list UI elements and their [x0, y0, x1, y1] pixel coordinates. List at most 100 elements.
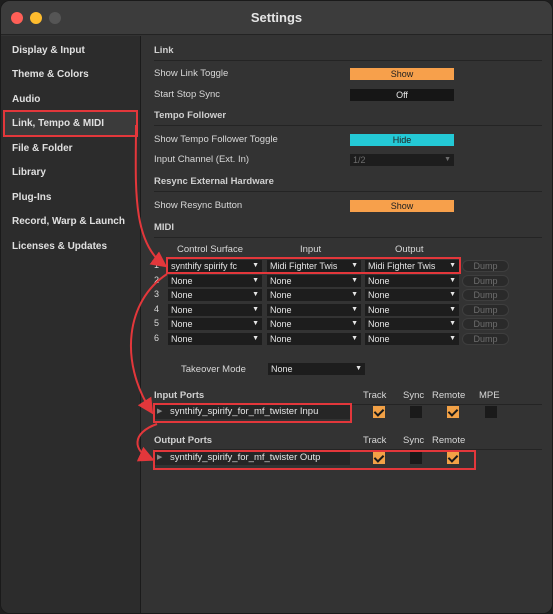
midi-input-dropdown-value: None — [270, 319, 292, 329]
show-tempo-follower-toggle-button[interactable]: Hide — [350, 134, 454, 146]
output-port-highlight-box — [153, 450, 476, 470]
midi-output-dropdown-value: None — [368, 319, 390, 329]
control-surface-dropdown-value: None — [171, 290, 193, 300]
chevron-down-icon: ▼ — [449, 291, 456, 298]
input-remote-checkbox[interactable] — [447, 406, 459, 418]
control-surface-dropdown-value: None — [171, 334, 193, 344]
midi-output-dropdown[interactable]: None ▼ — [365, 275, 459, 287]
dump-button[interactable]: Dump — [462, 275, 509, 287]
midi-input-dropdown-value: None — [270, 290, 292, 300]
midi-row-number: 2 — [154, 275, 160, 285]
sidebar-item-link-tempo-midi[interactable]: Link, Tempo & MIDI — [12, 118, 104, 129]
control-surface-dropdown[interactable]: None ▼ — [168, 275, 262, 287]
section-midi-header: MIDI — [154, 222, 175, 233]
takeover-mode-dropdown[interactable]: None ▼ — [268, 363, 365, 375]
dump-button[interactable]: Dump — [462, 333, 509, 345]
midi-output-dropdown-value: None — [368, 305, 390, 315]
midi-output-dropdown-value: None — [368, 290, 390, 300]
show-link-toggle-button[interactable]: Show — [350, 68, 454, 80]
chevron-down-icon: ▼ — [351, 291, 358, 298]
section-resync-header: Resync External Hardware — [154, 176, 274, 187]
midi-output-dropdown-value: None — [368, 334, 390, 344]
midi-input-dropdown[interactable]: None ▼ — [267, 289, 361, 301]
title-bar: Settings — [1, 1, 552, 35]
chevron-down-icon: ▼ — [252, 277, 259, 284]
sidebar-item-theme-colors[interactable]: Theme & Colors — [12, 69, 89, 80]
sidebar: Display & Input Theme & Colors Audio Lin… — [1, 36, 141, 613]
chevron-down-icon: ▼ — [351, 277, 358, 284]
chevron-down-icon: ▼ — [252, 291, 259, 298]
dump-button[interactable]: Dump — [462, 318, 509, 330]
input-port-highlight-box — [153, 403, 352, 423]
control-surface-dropdown-value: None — [171, 319, 193, 329]
control-surface-dropdown-value: None — [171, 276, 193, 286]
output-ports-header: Output Ports — [154, 435, 213, 446]
divider — [154, 237, 542, 238]
chevron-down-icon: ▼ — [449, 335, 456, 342]
midi-row-number: 6 — [154, 333, 160, 343]
start-stop-sync-label: Start Stop Sync — [154, 89, 221, 100]
sidebar-item-library[interactable]: Library — [12, 167, 46, 178]
column-input: Input — [300, 244, 322, 255]
chevron-down-icon: ▼ — [355, 365, 362, 372]
midi-row-number: 3 — [154, 289, 160, 299]
input-channel-dropdown[interactable]: 1/2 ▼ — [350, 154, 454, 166]
input-mpe-checkbox[interactable] — [485, 406, 497, 418]
control-surface-dropdown[interactable]: None ▼ — [168, 304, 262, 316]
takeover-mode-label: Takeover Mode — [181, 364, 246, 375]
midi-output-dropdown[interactable]: None ▼ — [365, 304, 459, 316]
sidebar-item-record-warp-launch[interactable]: Record, Warp & Launch — [12, 216, 125, 227]
divider — [154, 191, 542, 192]
window-title: Settings — [250, 10, 303, 25]
input-col-remote: Remote — [432, 390, 466, 401]
midi-output-dropdown[interactable]: None ▼ — [365, 289, 459, 301]
control-surface-dropdown[interactable]: None ▼ — [168, 333, 262, 345]
midi-output-dropdown[interactable]: None ▼ — [365, 333, 459, 345]
input-channel-label: Input Channel (Ext. In) — [154, 154, 250, 165]
chevron-down-icon: ▼ — [351, 335, 358, 342]
midi-output-dropdown-value: None — [368, 276, 390, 286]
midi-input-dropdown-value: None — [270, 276, 292, 286]
chevron-down-icon: ▼ — [252, 306, 259, 313]
settings-content: Link Show Link Toggle Show Start Stop Sy… — [142, 36, 552, 613]
sidebar-item-file-folder[interactable]: File & Folder — [12, 143, 73, 154]
input-track-checkbox[interactable] — [373, 406, 385, 418]
chevron-down-icon: ▼ — [252, 320, 259, 327]
input-sync-checkbox[interactable] — [410, 406, 422, 418]
column-control-surface: Control Surface — [177, 244, 244, 255]
input-ports-header: Input Ports — [154, 390, 205, 401]
control-surface-dropdown[interactable]: None ▼ — [168, 318, 262, 330]
chevron-down-icon: ▼ — [351, 320, 358, 327]
dump-button[interactable]: Dump — [462, 260, 509, 272]
chevron-down-icon: ▼ — [444, 156, 451, 163]
start-stop-sync-button[interactable]: Off — [350, 89, 454, 101]
dump-button[interactable]: Dump — [462, 304, 509, 316]
divider — [154, 60, 542, 61]
midi-input-dropdown[interactable]: None ▼ — [267, 318, 361, 330]
show-link-toggle-label: Show Link Toggle — [154, 68, 229, 79]
input-channel-value: 1/2 — [353, 155, 366, 165]
output-col-sync: Sync — [403, 435, 425, 446]
midi-input-dropdown[interactable]: None ▼ — [267, 275, 361, 287]
control-surface-dropdown[interactable]: None ▼ — [168, 289, 262, 301]
midi-row-number: 5 — [154, 318, 160, 328]
sidebar-item-licenses-updates[interactable]: Licenses & Updates — [12, 241, 107, 252]
midi-output-dropdown[interactable]: None ▼ — [365, 318, 459, 330]
input-col-sync: Sync — [403, 390, 425, 401]
output-col-remote: Remote — [432, 435, 466, 446]
dump-button[interactable]: Dump — [462, 289, 509, 301]
sidebar-item-audio[interactable]: Audio — [12, 94, 40, 105]
show-resync-button-toggle[interactable]: Show — [350, 200, 454, 212]
sidebar-item-display-input[interactable]: Display & Input — [12, 45, 85, 56]
control-surface-dropdown-value: None — [171, 305, 193, 315]
chevron-down-icon: ▼ — [351, 306, 358, 313]
midi-row-1-highlight-box — [166, 257, 461, 274]
chevron-down-icon: ▼ — [449, 320, 456, 327]
show-resync-button-label: Show Resync Button — [154, 200, 243, 211]
sidebar-item-plug-ins[interactable]: Plug-Ins — [12, 192, 51, 203]
midi-input-dropdown[interactable]: None ▼ — [267, 333, 361, 345]
midi-input-dropdown[interactable]: None ▼ — [267, 304, 361, 316]
section-link-header: Link — [154, 45, 174, 56]
section-tempo-follower-header: Tempo Follower — [154, 110, 227, 121]
show-tempo-follower-toggle-label: Show Tempo Follower Toggle — [154, 134, 278, 145]
